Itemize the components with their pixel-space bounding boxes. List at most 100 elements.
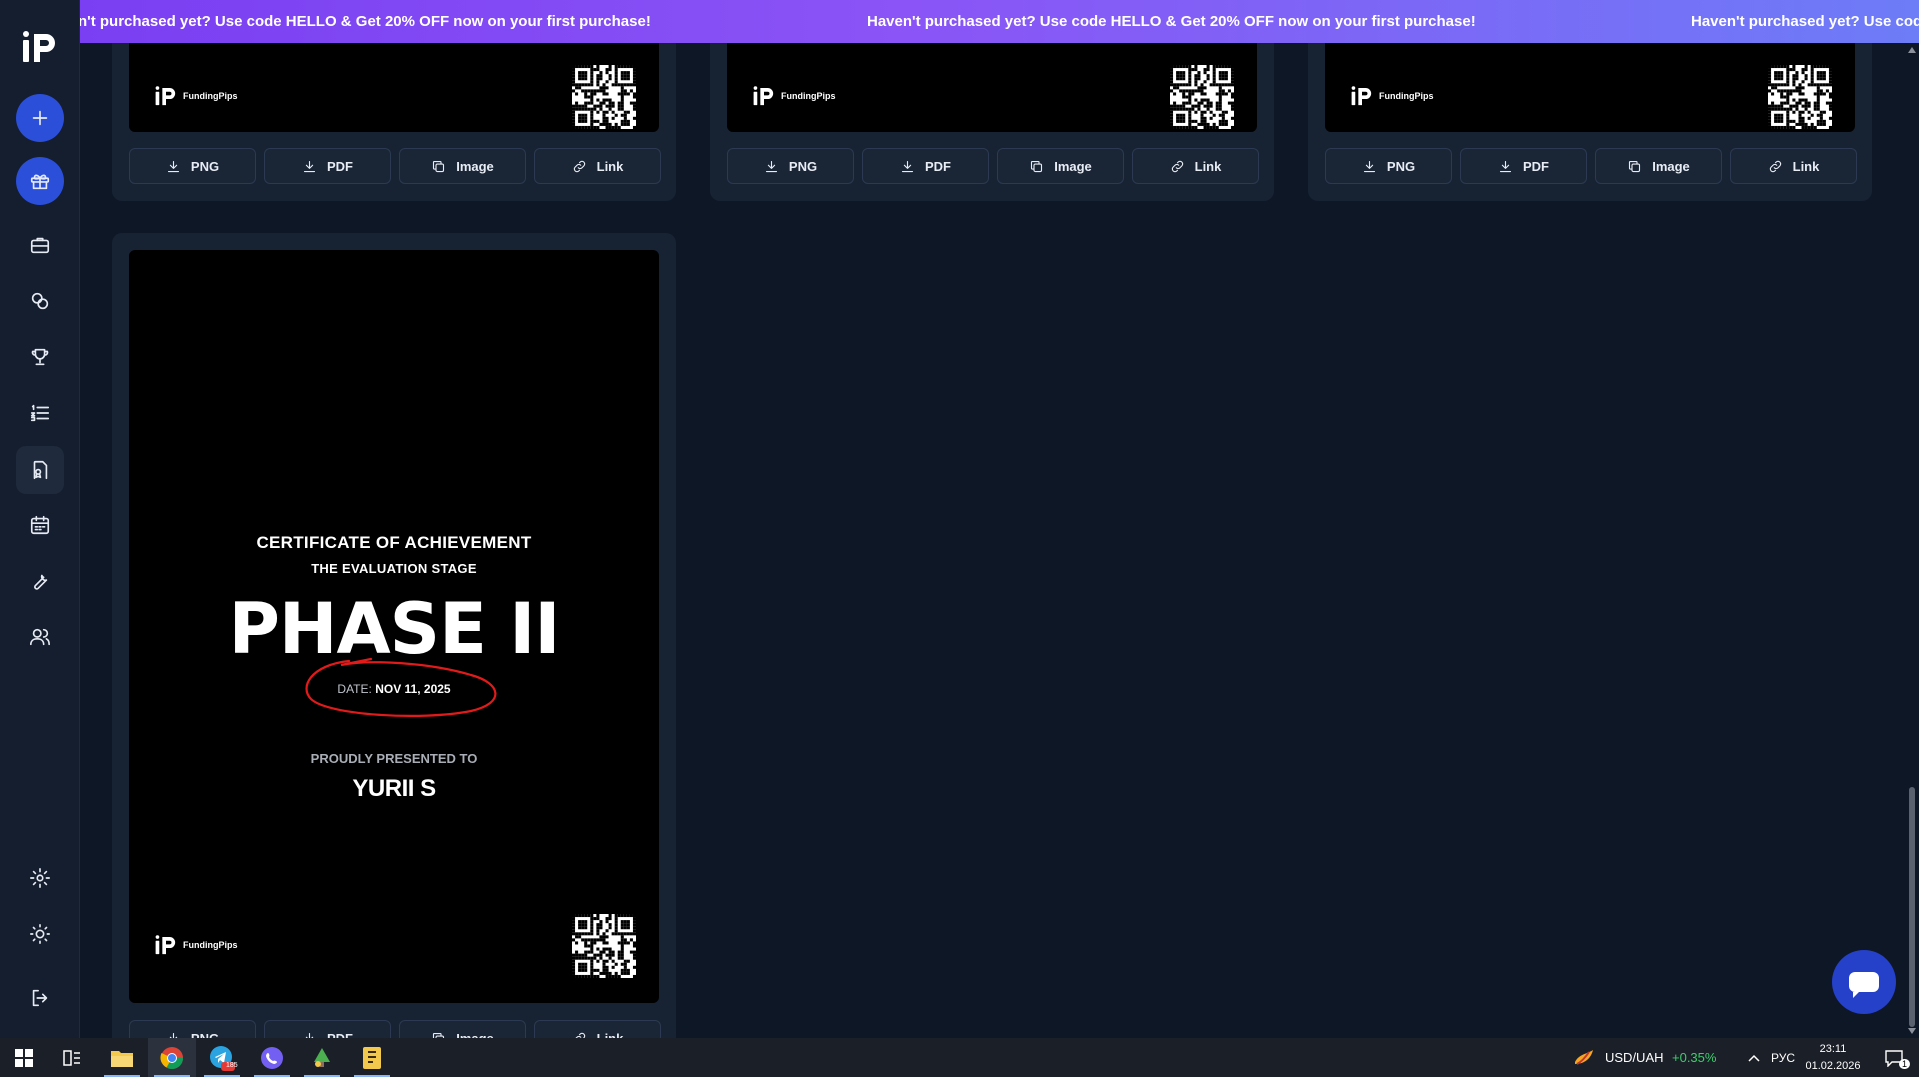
chrome-icon	[160, 1046, 183, 1069]
notification-count: 1	[1899, 1059, 1911, 1069]
copy-image-button[interactable]: Image	[1595, 148, 1722, 184]
link-icon	[1171, 160, 1183, 172]
download-pdf-button[interactable]: PDF	[1460, 148, 1587, 184]
brand-name: FundingPips	[183, 91, 238, 101]
document-app-icon	[363, 1046, 381, 1069]
sidebar-item-certificates[interactable]	[16, 446, 64, 494]
sidebar-item-affiliates[interactable]	[20, 617, 60, 657]
input-language[interactable]: РУС	[1771, 1038, 1795, 1077]
sidebar-item-tools[interactable]	[20, 561, 60, 601]
certificate-actions: PNG PDF Image Link	[129, 1020, 661, 1038]
download-icon	[305, 1032, 314, 1038]
download-icon	[303, 160, 316, 172]
gift-icon	[30, 174, 50, 190]
fundingpips-logo-icon	[1351, 86, 1372, 106]
download-png-button[interactable]: PNG	[727, 148, 854, 184]
certificate-actions: PNG PDF Image Link	[1325, 148, 1857, 184]
promo-banner[interactable]: n't purchased yet? Use code HELLO & Get …	[80, 0, 1919, 43]
task-view-button[interactable]	[48, 1038, 96, 1077]
copy-link-button[interactable]: Link	[1730, 148, 1857, 184]
clock-date: 01.02.2026	[1805, 1060, 1861, 1072]
notifications-button[interactable]: 1	[1872, 1038, 1916, 1077]
certificate-title: CERTIFICATE OF ACHIEVEMENT	[256, 533, 532, 552]
scroll-up-arrow[interactable]	[1908, 47, 1916, 53]
copy-link-button[interactable]: Link	[534, 148, 661, 184]
list-icon	[30, 404, 50, 422]
logout-button[interactable]	[20, 978, 60, 1018]
download-icon	[167, 160, 179, 172]
system-clock[interactable]: 23:11 01.02.2026	[1798, 1041, 1868, 1075]
button-label: Link	[1792, 158, 1820, 174]
certificate-preview[interactable]: FundingPips	[1325, 43, 1855, 132]
scroll-thumb[interactable]	[1909, 787, 1915, 1027]
taskbar-app-document[interactable]	[348, 1038, 396, 1077]
download-pdf-button[interactable]: PDF	[862, 148, 989, 184]
certificate-preview[interactable]: FundingPips	[727, 43, 1257, 132]
briefcase-icon	[30, 237, 50, 254]
certificate-preview[interactable]: CERTIFICATE OF ACHIEVEMENT THE EVALUATIO…	[129, 250, 659, 1003]
sidebar-item-competitions[interactable]	[20, 337, 60, 377]
new-challenge-button[interactable]	[16, 94, 64, 142]
copy-icon	[433, 160, 445, 172]
sidebar-item-leaderboard[interactable]	[20, 393, 60, 433]
certificate-icon	[33, 460, 48, 480]
fundingpips-brand: FundingPips	[1351, 85, 1434, 107]
fundingpips-logo-icon	[155, 935, 176, 955]
qr-pattern	[1170, 65, 1234, 129]
link-icon	[574, 1032, 585, 1038]
button-label: PDF	[327, 1030, 353, 1039]
gear-icon	[30, 868, 50, 888]
certificate-preview[interactable]: FundingPips	[129, 43, 659, 132]
taskbar-viber[interactable]	[248, 1038, 296, 1077]
currency-pair[interactable]: USD/UAH	[1605, 1038, 1664, 1077]
scroll-down-arrow[interactable]	[1908, 1028, 1916, 1034]
copy-link-button[interactable]: Link	[534, 1020, 661, 1038]
sidebar-item-payouts[interactable]	[20, 281, 60, 321]
qr-code	[572, 914, 636, 978]
fundingpips-logo[interactable]	[22, 30, 58, 64]
certificate-card: FundingPips PNG PDF Image Link	[112, 43, 676, 201]
currency-icon	[1575, 1049, 1593, 1065]
copy-image-button[interactable]: Image	[997, 148, 1124, 184]
qr-code	[1170, 65, 1234, 129]
wrench-icon	[34, 574, 48, 590]
copy-icon	[1629, 160, 1641, 172]
certificate-actions: PNG PDF Image Link	[727, 148, 1259, 184]
sidebar-item-accounts[interactable]	[20, 225, 60, 265]
download-pdf-button[interactable]: PDF	[264, 1020, 391, 1038]
button-label: Link	[1194, 158, 1222, 174]
users-icon	[30, 628, 50, 646]
rewards-button[interactable]	[16, 157, 64, 205]
copy-link-button[interactable]: Link	[1132, 148, 1259, 184]
sidebar-item-calendar[interactable]	[20, 505, 60, 545]
theme-toggle[interactable]	[20, 914, 60, 954]
windows-start-button[interactable]	[0, 1038, 48, 1077]
calendar-icon	[30, 515, 50, 535]
sidebar-item-settings[interactable]	[20, 858, 60, 898]
support-chat-button[interactable]	[1832, 950, 1896, 1014]
download-png-button[interactable]: PNG	[129, 148, 256, 184]
download-png-button[interactable]: PNG	[129, 1020, 256, 1038]
taskbar-chrome[interactable]	[148, 1038, 196, 1077]
button-label: Image	[1054, 158, 1092, 174]
taskbar-file-explorer[interactable]	[98, 1038, 146, 1077]
copy-image-button[interactable]: Image	[399, 148, 526, 184]
currency-widget-icon[interactable]	[1568, 1038, 1600, 1077]
tray-chevron[interactable]	[1738, 1038, 1770, 1077]
certificate-actions: PNG PDF Image Link	[129, 148, 661, 184]
logout-icon	[32, 989, 48, 1007]
qr-pattern	[572, 65, 636, 129]
copy-image-button[interactable]: Image	[399, 1020, 526, 1038]
fundingpips-brand: FundingPips	[155, 934, 238, 956]
download-icon	[1499, 160, 1512, 172]
button-label: Image	[456, 1030, 494, 1039]
download-png-button[interactable]: PNG	[1325, 148, 1452, 184]
button-label: Link	[596, 1030, 624, 1039]
download-icon	[901, 160, 914, 172]
sun-icon	[30, 924, 50, 944]
download-pdf-button[interactable]: PDF	[264, 148, 391, 184]
clock-time: 23:11	[1819, 1043, 1847, 1055]
taskbar-app-tree[interactable]	[298, 1038, 346, 1077]
taskbar-telegram[interactable]: 185	[198, 1038, 246, 1077]
page-scrollbar[interactable]	[1904, 43, 1919, 1038]
